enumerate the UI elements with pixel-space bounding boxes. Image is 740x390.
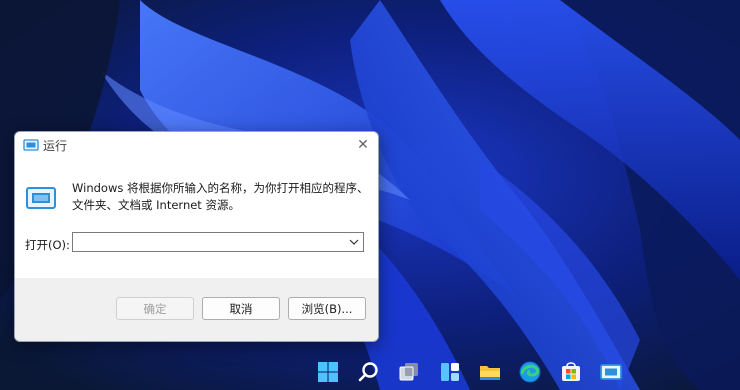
- chevron-down-icon[interactable]: [347, 235, 361, 249]
- dialog-footer: 确定 取消 浏览(B)...: [15, 278, 378, 341]
- close-icon: ✕: [357, 137, 369, 153]
- file-explorer-icon[interactable]: [478, 360, 502, 384]
- dialog-title: 运行: [43, 139, 68, 153]
- open-label: 打开(O):: [25, 238, 70, 252]
- run-taskbar-icon[interactable]: [599, 360, 623, 384]
- title-bar[interactable]: 运行 ✕: [15, 132, 378, 158]
- ok-button[interactable]: 确定: [116, 297, 194, 320]
- open-combobox[interactable]: [72, 232, 364, 252]
- dialog-description: Windows 将根据你所输入的名称，为你打开相应的程序、文件夹、文档或 Int…: [72, 181, 369, 212]
- open-input[interactable]: [73, 233, 351, 251]
- widgets-icon[interactable]: [438, 360, 462, 384]
- store-icon[interactable]: [559, 360, 583, 384]
- dialog-body: Windows 将根据你所输入的名称，为你打开相应的程序、文件夹、文档或 Int…: [15, 158, 378, 278]
- search-icon[interactable]: [357, 360, 381, 384]
- task-view-icon[interactable]: [397, 360, 421, 384]
- browse-button[interactable]: 浏览(B)...: [288, 297, 366, 320]
- edge-icon[interactable]: [518, 360, 542, 384]
- close-button[interactable]: ✕: [348, 132, 378, 158]
- run-app-icon: [26, 187, 56, 209]
- run-icon: [23, 139, 39, 151]
- run-dialog: 运行 ✕ Windows 将根据你所输入的名称，为你打开相应的程序、文件夹、文档…: [14, 131, 379, 342]
- start-icon[interactable]: [316, 360, 340, 384]
- cancel-button[interactable]: 取消: [202, 297, 280, 320]
